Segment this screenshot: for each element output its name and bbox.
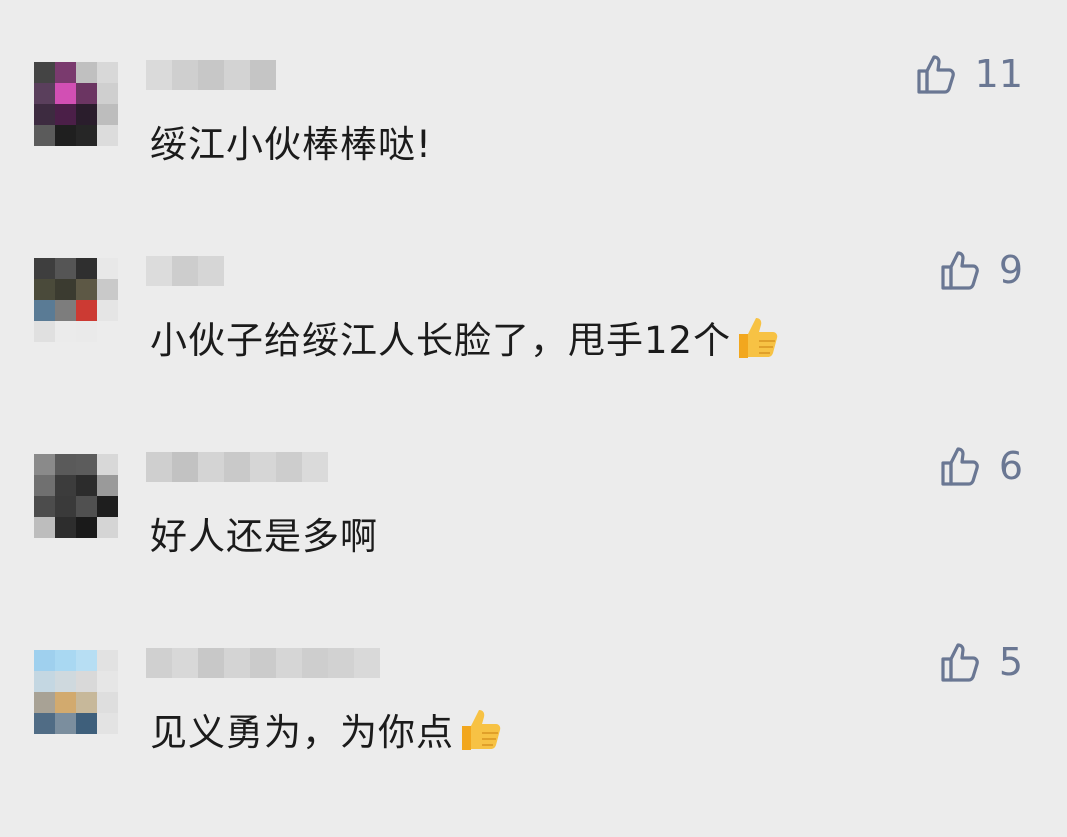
like-count: 9 <box>998 248 1023 292</box>
thumbs-up-icon <box>941 643 979 682</box>
username-blurred[interactable] <box>146 256 224 286</box>
like-count: 11 <box>974 52 1023 96</box>
thumbs-up-emoji-icon <box>462 710 501 750</box>
avatar[interactable] <box>34 62 118 146</box>
comment-item: 见义勇为，为你点 5 <box>0 638 1067 828</box>
comment-item: 小伙子给绥江人长脸了，甩手12个 9 <box>0 246 1067 436</box>
username-blurred[interactable] <box>146 452 328 482</box>
like-button[interactable]: 6 <box>939 444 1023 488</box>
comment-text: 见义勇为，为你点 <box>150 702 506 756</box>
comment-text: 绥江小伙棒棒哒! <box>150 123 432 166</box>
comment-item: 绥江小伙棒棒哒! 11 <box>0 50 1067 240</box>
thumbs-up-emoji-icon <box>739 318 778 358</box>
username-blurred[interactable] <box>146 60 276 90</box>
thumbs-up-icon <box>941 251 979 290</box>
thumbs-up-icon <box>917 55 955 94</box>
avatar[interactable] <box>34 258 118 342</box>
avatar[interactable] <box>34 454 118 538</box>
comment-item: 好人还是多啊 6 <box>0 442 1067 632</box>
comment-text: 小伙子给绥江人长脸了，甩手12个 <box>150 310 783 364</box>
avatar[interactable] <box>34 650 118 734</box>
like-count: 6 <box>998 444 1023 488</box>
like-count: 5 <box>998 640 1023 684</box>
thumbs-up-icon <box>941 447 979 486</box>
username-blurred[interactable] <box>146 648 380 678</box>
like-button[interactable]: 9 <box>939 248 1023 292</box>
comment-text: 好人还是多啊 <box>150 515 378 558</box>
like-button[interactable]: 5 <box>939 640 1023 684</box>
like-button[interactable]: 11 <box>915 52 1023 96</box>
